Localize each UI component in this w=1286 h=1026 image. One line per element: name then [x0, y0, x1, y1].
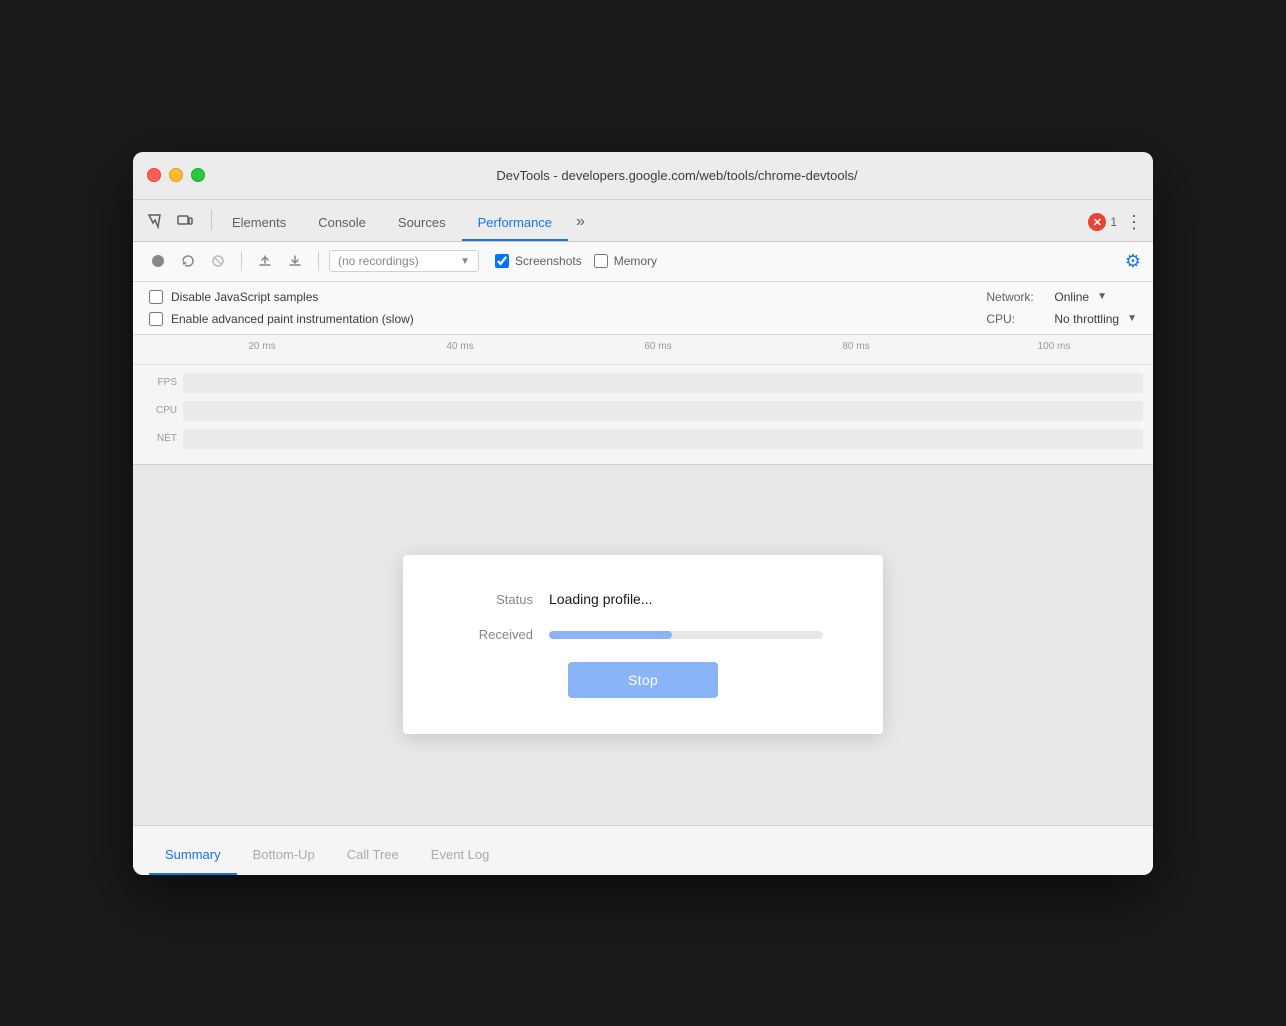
tab-right-area: ✕ 1 ⋮ [1088, 212, 1143, 241]
maximize-button[interactable] [191, 168, 205, 182]
network-row: Network: Online ▼ [986, 290, 1137, 304]
close-button[interactable] [147, 168, 161, 182]
inspect-icon[interactable] [143, 209, 167, 233]
bottom-tab-call-tree[interactable]: Call Tree [331, 837, 415, 875]
clear-button[interactable] [205, 248, 231, 274]
disable-js-checkbox[interactable] [149, 290, 163, 304]
tab-divider [211, 210, 212, 230]
fps-track-label: FPS [143, 377, 183, 388]
status-value: Loading profile... [549, 591, 653, 607]
settings-right: Network: Online ▼ CPU: No throttling ▼ [986, 290, 1137, 326]
cpu-track-label: CPU [143, 405, 183, 416]
toolbar-right: Screenshots Memory [495, 254, 657, 268]
settings-left: Disable JavaScript samples Enable advanc… [149, 290, 414, 326]
ruler-80ms: 80 ms [757, 341, 955, 352]
network-dropdown-arrow[interactable]: ▼ [1097, 291, 1107, 302]
title-bar: DevTools - developers.google.com/web/too… [133, 152, 1153, 200]
fps-track-row: FPS [143, 369, 1143, 397]
cpu-dropdown-arrow[interactable]: ▼ [1127, 313, 1137, 324]
cpu-row: CPU: No throttling ▼ [986, 312, 1137, 326]
memory-label: Memory [614, 254, 657, 268]
minimize-button[interactable] [169, 168, 183, 182]
bottom-tab-event-log[interactable]: Event Log [415, 837, 506, 875]
timeline-tracks: FPS CPU NET [133, 365, 1153, 457]
recordings-value: (no recordings) [338, 254, 419, 268]
window-title: DevTools - developers.google.com/web/too… [215, 168, 1139, 183]
performance-toolbar: (no recordings) ▼ Screenshots Memory ⚙ [133, 242, 1153, 282]
disable-js-row: Disable JavaScript samples [149, 290, 414, 304]
devtools-menu-button[interactable]: ⋮ [1125, 212, 1143, 233]
bottom-tab-bottom-up[interactable]: Bottom-Up [237, 837, 331, 875]
tab-performance[interactable]: Performance [462, 207, 568, 241]
tab-elements[interactable]: Elements [216, 207, 302, 241]
main-content: Status Loading profile... Received Stop [133, 465, 1153, 825]
tab-console[interactable]: Console [302, 207, 382, 241]
net-track-row: NET [143, 425, 1143, 453]
ruler-60ms: 60 ms [559, 341, 757, 352]
disable-js-label: Disable JavaScript samples [171, 290, 318, 304]
enable-paint-checkbox[interactable] [149, 312, 163, 326]
enable-paint-label: Enable advanced paint instrumentation (s… [171, 312, 414, 326]
ruler-100ms: 100 ms [955, 341, 1153, 352]
toolbar-sep-1 [241, 251, 242, 271]
timeline-area: 20 ms 40 ms 60 ms 80 ms 100 ms FPS CPU N… [133, 335, 1153, 465]
enable-paint-row: Enable advanced paint instrumentation (s… [149, 312, 414, 326]
memory-checkbox-label[interactable]: Memory [594, 254, 657, 268]
ruler-40ms: 40 ms [361, 341, 559, 352]
net-track-area [183, 429, 1143, 449]
cpu-track-row: CPU [143, 397, 1143, 425]
error-icon: ✕ [1088, 213, 1106, 231]
tab-icons [143, 209, 197, 241]
settings-gear-button[interactable]: ⚙ [1125, 251, 1141, 271]
reload-record-button[interactable] [175, 248, 201, 274]
fps-track-area [183, 373, 1143, 393]
cpu-value: No throttling [1054, 312, 1119, 326]
received-row: Received [463, 627, 823, 642]
traffic-lights [147, 168, 205, 182]
memory-checkbox[interactable] [594, 254, 608, 268]
net-track-label: NET [143, 433, 183, 444]
ruler-marks: 20 ms 40 ms 60 ms 80 ms 100 ms [143, 341, 1153, 352]
download-profile-button[interactable] [282, 248, 308, 274]
device-toolbar-icon[interactable] [173, 209, 197, 233]
bottom-tab-summary[interactable]: Summary [149, 837, 237, 875]
received-label: Received [463, 627, 533, 642]
status-row: Status Loading profile... [463, 591, 823, 607]
bottom-tabs: Summary Bottom-Up Call Tree Event Log [133, 825, 1153, 875]
tab-sources[interactable]: Sources [382, 207, 462, 241]
progress-bar-container [549, 631, 823, 639]
timeline-ruler: 20 ms 40 ms 60 ms 80 ms 100 ms [133, 335, 1153, 365]
cpu-key: CPU: [986, 312, 1046, 326]
screenshots-checkbox[interactable] [495, 254, 509, 268]
settings-panel: Disable JavaScript samples Enable advanc… [133, 282, 1153, 335]
devtools-window: DevTools - developers.google.com/web/too… [133, 152, 1153, 875]
screenshots-label: Screenshots [515, 254, 582, 268]
toolbar-sep-2 [318, 251, 319, 271]
network-key: Network: [986, 290, 1046, 304]
tab-bar: Elements Console Sources Performance » ✕… [133, 200, 1153, 242]
upload-profile-button[interactable] [252, 248, 278, 274]
tab-more-button[interactable]: » [568, 207, 593, 241]
progress-bar [549, 631, 672, 639]
cpu-track-area [183, 401, 1143, 421]
recordings-dropdown[interactable]: (no recordings) ▼ [329, 250, 479, 272]
loading-dialog: Status Loading profile... Received Stop [403, 555, 883, 734]
record-button[interactable] [145, 248, 171, 274]
ruler-20ms: 20 ms [163, 341, 361, 352]
error-count: 1 [1110, 215, 1117, 229]
screenshots-checkbox-label[interactable]: Screenshots [495, 254, 582, 268]
network-value: Online [1054, 290, 1089, 304]
status-label: Status [463, 592, 533, 607]
stop-button[interactable]: Stop [568, 662, 718, 698]
